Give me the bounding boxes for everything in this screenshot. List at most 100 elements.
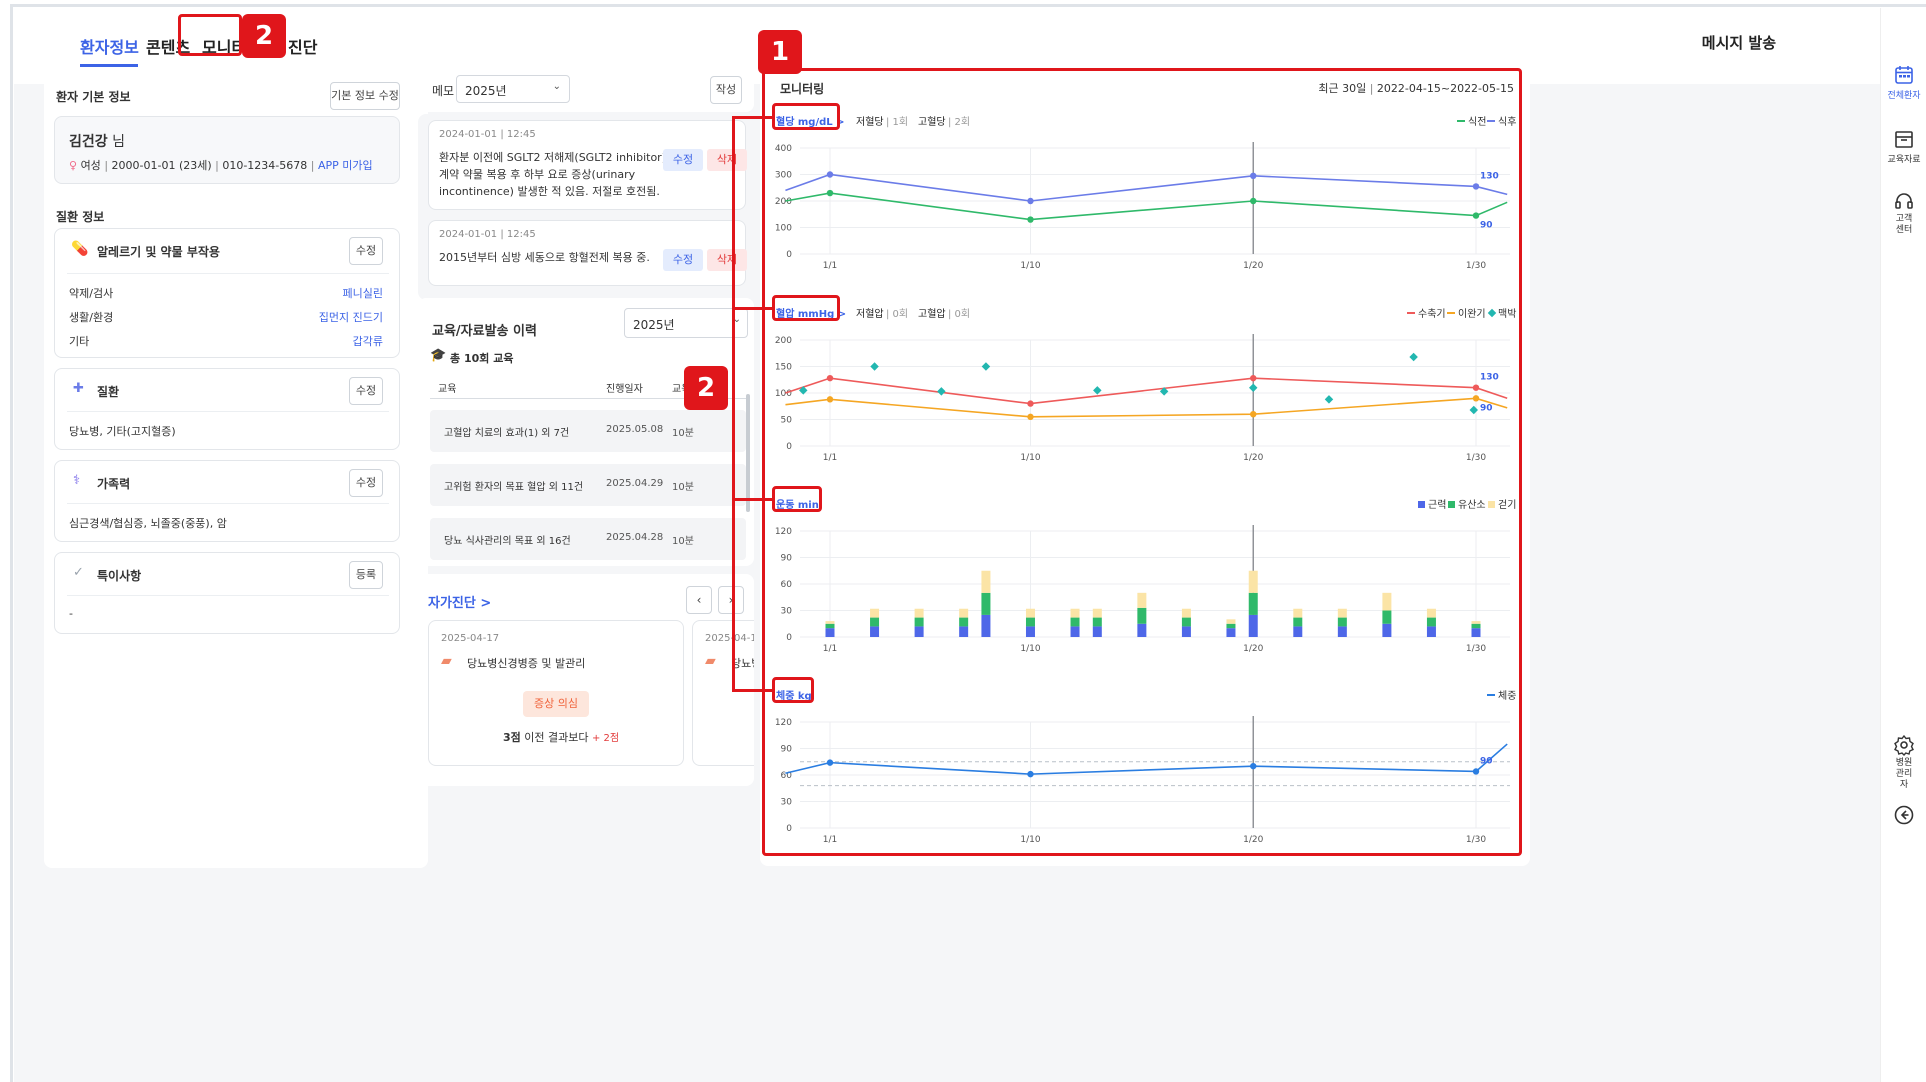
patient-summary-card: 김건강 님 ♀ 여성 | 2000-01-01 (23세) | 010-1234… <box>54 116 400 184</box>
education-row[interactable]: 당뇨 식사관리의 목표 외 16건 2025.04.28 10분 <box>430 518 746 560</box>
self-diagnosis-title[interactable]: 자가진단 > <box>428 592 491 611</box>
education-total: 총 10회 교육 <box>450 352 514 365</box>
logout-icon <box>1894 805 1914 825</box>
annotation-box-monitoring-tab <box>178 14 242 56</box>
sidebar-item-support[interactable]: 고객 센터 <box>1881 190 1926 236</box>
annotation-box-monitoring-panel <box>762 68 1522 856</box>
annotation-badge: 2 <box>242 14 286 58</box>
memo-year-select[interactable]: 2025년 ⌄ <box>456 75 570 103</box>
sidebar-item-hospital-admin[interactable]: 병원 관리자 <box>1881 734 1926 791</box>
special-notes-value: - <box>69 607 73 620</box>
patient-name: 김건강 <box>69 134 108 150</box>
disease-title: 질환 <box>97 385 120 399</box>
dna-icon: ⚕ <box>73 473 81 488</box>
symptom-status-badge: 증상 의심 <box>523 691 589 717</box>
sidebar-item-all-patients[interactable]: 전체환자 <box>1881 64 1926 101</box>
self-diagnosis-panel: 자가진단 > ‹ › 2025-04-17 ▰ 당뇨병신경병증 및 발관리 증상… <box>418 574 754 786</box>
annotation-badge: 2 <box>684 366 728 410</box>
self-diagnosis-date: 2025-04-17 <box>705 633 754 644</box>
check-icon: ✓ <box>73 565 84 580</box>
annotation-box-weight <box>772 677 814 703</box>
education-row[interactable]: 고위험 환자의 목표 혈압 외 11건 2025.04.29 10분 <box>430 464 746 506</box>
tab-patient-info[interactable]: 환자정보 <box>80 34 139 58</box>
education-scrollbar[interactable] <box>746 394 750 512</box>
memo-date-row: 2024-01-01 | 12:45 <box>439 229 536 240</box>
female-icon: ♀ <box>69 159 78 172</box>
frame-top-border <box>10 4 1926 7</box>
self-diagnosis-card[interactable]: 2025-04-17 ▰ 당뇨병 <box>692 620 754 766</box>
allergy-edit-button[interactable]: 수정 <box>349 237 383 265</box>
headset-icon <box>1895 193 1913 209</box>
allergy-row-label: 약제/검사 <box>69 287 114 300</box>
next-button[interactable]: › <box>718 586 744 614</box>
divider <box>67 503 389 504</box>
memo-date-row: 2024-01-01 | 12:45 <box>439 129 536 140</box>
patient-phone: 010-1234-5678 <box>222 159 308 172</box>
memo-date: 2024-01-01 <box>439 229 498 240</box>
memo-text: 2015년부터 심방 세동으로 항혈전제 복용 중. <box>439 251 650 264</box>
education-row-duration: 10분 <box>672 536 694 547</box>
annotation-connector <box>732 689 774 692</box>
allergy-title: 알레르기 및 약물 부작용 <box>97 245 220 259</box>
allergy-row-value[interactable]: 갑각류 <box>353 333 383 349</box>
self-diagnosis-card[interactable]: 2025-04-17 ▰ 당뇨병신경병증 및 발관리 증상 의심 3점 이전 결… <box>428 620 684 766</box>
sidebar-item-education[interactable]: 교육자료 <box>1881 128 1926 165</box>
patient-gender: 여성 <box>80 159 101 172</box>
allergy-row-value[interactable]: 페니실린 <box>343 285 383 301</box>
foot-icon: ▰ <box>441 653 452 669</box>
plus-icon: ✚ <box>73 381 84 396</box>
memo-list: 2024-01-01 | 12:45 환자분 이전에 SGLT2 저해제(SGL… <box>418 114 754 300</box>
family-history-card: ⚕ 가족력 수정 심근경색/협심증, 뇌졸중(중풍), 암 <box>54 460 400 542</box>
tab-diagnosis[interactable]: 진단 <box>288 34 317 58</box>
allergy-row-value[interactable]: 집먼지 진드기 <box>319 309 383 325</box>
gear-icon <box>1894 734 1914 756</box>
basic-info-title: 환자 기본 정보 <box>56 90 131 104</box>
active-tab-underline <box>80 64 138 67</box>
chevron-down-icon: ⌄ <box>552 81 561 92</box>
sidebar-item-logout[interactable] <box>1881 804 1926 828</box>
annotation-connector <box>732 116 774 119</box>
special-notes-register-button[interactable]: 등록 <box>349 561 383 589</box>
memo-edit-button[interactable]: 수정 <box>663 149 703 171</box>
edit-basic-info-button[interactable]: 기본 정보 수정 <box>330 82 400 110</box>
education-row-date: 2025.04.29 <box>606 478 664 489</box>
divider <box>67 411 389 412</box>
memo-delete-button[interactable]: 삭제 <box>707 249 747 271</box>
memo-date: 2024-01-01 <box>439 129 498 140</box>
allergy-card: 💊 알레르기 및 약물 부작용 수정 약제/검사 페니실린 생활/환경 집먼지 … <box>54 228 400 358</box>
memo-text-line: incontinence) 발생한 적 있음. 저절로 호전됨. <box>439 185 660 198</box>
memo-text-line: 환자분 이전에 SGLT2 저해제(SGLT2 inhibitor) <box>439 151 666 164</box>
app-status: APP 미가입 <box>317 159 373 172</box>
memo-text-line: 계약 약물 복용 후 하부 요로 증상(urinary <box>439 168 636 181</box>
self-diagnosis-date: 2025-04-17 <box>441 633 500 644</box>
education-year-select[interactable]: 2025년 ⌄ <box>624 308 748 338</box>
special-notes-card: ✓ 특이사항 등록 - <box>54 552 400 634</box>
patient-detail-row: ♀ 여성 | 2000-01-01 (23세) | 010-1234-5678 … <box>69 159 373 172</box>
message-send-button[interactable]: 메시지 발송 <box>1702 32 1776 53</box>
annotation-box-glucose <box>772 103 840 130</box>
graduation-cap-icon: 🎓 <box>430 348 447 363</box>
disease-edit-button[interactable]: 수정 <box>349 377 383 405</box>
patient-birth: 2000-01-01 (23세) <box>111 159 212 172</box>
self-diagnosis-score: 3점 <box>503 731 521 744</box>
annotation-badge: 1 <box>758 30 802 74</box>
memo-time: 12:45 <box>506 129 536 140</box>
memo-edit-button[interactable]: 수정 <box>663 249 703 271</box>
prev-button[interactable]: ‹ <box>686 586 712 614</box>
annotation-connector <box>732 116 735 690</box>
sidebar-label: 병원 관리자 <box>1895 758 1913 790</box>
family-history-edit-button[interactable]: 수정 <box>349 469 383 497</box>
screenshot-frame: 환자정보 콘텐츠 모니터링 진단 메시지 발송 환자 기본 정보 기본 정보 수… <box>0 0 1926 1082</box>
archive-icon <box>1895 131 1913 148</box>
memo-delete-button[interactable]: 삭제 <box>707 149 747 171</box>
memo-write-button[interactable]: 작성 <box>710 76 742 104</box>
education-row[interactable]: 고혈압 치료의 효과(1) 외 7건 2025.05.08 10분 <box>430 410 746 452</box>
sidebar-label: 고객 센터 <box>1895 214 1913 235</box>
calendar-icon <box>1895 66 1913 84</box>
sidebar-label: 전체환자 <box>1887 91 1921 101</box>
annotation-connector <box>732 307 774 310</box>
annotation-box-exercise <box>772 486 822 512</box>
education-row-duration: 10분 <box>672 428 694 439</box>
memo-label: 메모 <box>432 84 455 98</box>
patient-name-row: 김건강 님 <box>69 131 125 151</box>
